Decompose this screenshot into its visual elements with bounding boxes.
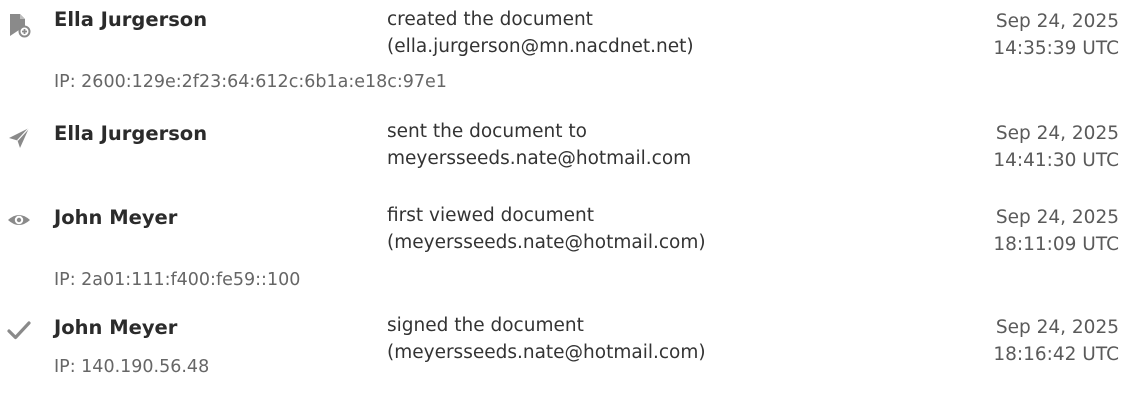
event-time: 14:41:30 UTC xyxy=(993,150,1119,171)
event-timestamp: Sep 24, 2025 18:16:42 UTC xyxy=(993,314,1119,368)
event-actor-name: Ella Jurgerson xyxy=(54,8,208,31)
event-time: 14:35:39 UTC xyxy=(993,38,1119,59)
event-action-line: signed the document xyxy=(387,315,584,336)
audit-event-created: Ella Jurgerson created the document (ell… xyxy=(0,0,1128,110)
event-action-line: sent the document to xyxy=(387,121,587,142)
event-action-email: (meyersseeds.nate@hotmail.com) xyxy=(387,232,706,253)
event-date: Sep 24, 2025 xyxy=(995,207,1119,228)
event-timestamp: Sep 24, 2025 14:41:30 UTC xyxy=(993,120,1119,174)
event-date: Sep 24, 2025 xyxy=(995,317,1119,338)
event-date: Sep 24, 2025 xyxy=(995,123,1119,144)
event-date: Sep 24, 2025 xyxy=(995,11,1119,32)
eye-icon xyxy=(6,207,32,233)
event-timestamp: Sep 24, 2025 14:35:39 UTC xyxy=(993,8,1119,62)
event-timestamp: Sep 24, 2025 18:11:09 UTC xyxy=(993,204,1119,258)
event-ip-address: IP: 2a01:111:f400:fe59::100 xyxy=(54,270,301,290)
event-action: created the document (ella.jurgerson@mn.… xyxy=(387,6,694,60)
event-actor-name: John Meyer xyxy=(54,206,178,229)
event-action: sent the document to meyersseeds.nate@ho… xyxy=(387,118,691,172)
document-created-icon xyxy=(6,12,32,38)
audit-event-viewed: John Meyer first viewed document (meyers… xyxy=(0,190,1128,300)
checkmark-icon xyxy=(6,317,32,343)
event-action-line: first viewed document xyxy=(387,205,594,226)
event-time: 18:11:09 UTC xyxy=(993,234,1119,255)
event-ip-address: IP: 2600:129e:2f23:64:612c:6b1a:e18c:97e… xyxy=(54,72,447,92)
event-action: signed the document (meyersseeds.nate@ho… xyxy=(387,312,706,366)
event-action-line: created the document xyxy=(387,9,593,30)
event-ip-address: IP: 140.190.56.48 xyxy=(54,357,210,377)
paper-plane-icon xyxy=(6,124,32,150)
event-action-email: meyersseeds.nate@hotmail.com xyxy=(387,148,692,169)
event-action-email: (ella.jurgerson@mn.nacdnet.net) xyxy=(387,36,694,57)
event-actor-name: John Meyer xyxy=(54,316,178,339)
event-actor-name: Ella Jurgerson xyxy=(54,122,208,145)
audit-event-sent: Ella Jurgerson sent the document to meye… xyxy=(0,110,1128,190)
event-time: 18:16:42 UTC xyxy=(993,344,1119,365)
event-action-email: (meyersseeds.nate@hotmail.com) xyxy=(387,342,706,363)
audit-event-signed: John Meyer signed the document (meyersse… xyxy=(0,300,1128,404)
event-action: first viewed document (meyersseeds.nate@… xyxy=(387,202,706,256)
